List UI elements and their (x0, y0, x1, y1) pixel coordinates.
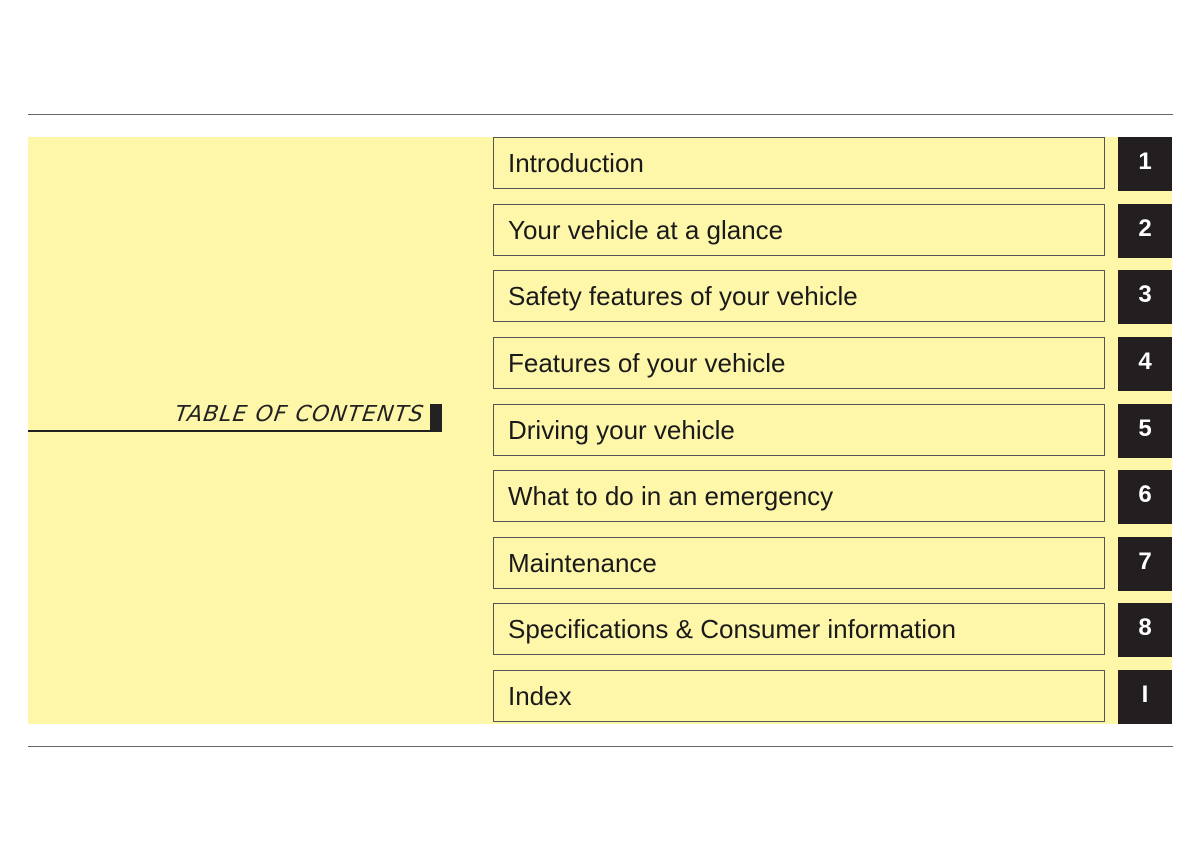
toc-entry[interactable]: Index (493, 670, 1105, 722)
toc-entry[interactable]: Features of your vehicle (493, 337, 1105, 389)
toc-heading: TABLE OF CONTENTS (28, 402, 442, 432)
toc-entry[interactable]: Specifications & Consumer information (493, 603, 1105, 655)
toc-entry-label: Driving your vehicle (508, 415, 735, 445)
toc-entry-label: Your vehicle at a glance (508, 215, 784, 245)
toc-entry-label: Introduction (508, 148, 644, 178)
chapter-tab[interactable]: 2 (1118, 204, 1172, 258)
chapter-tab[interactable]: 7 (1118, 537, 1172, 591)
toc-entry[interactable]: Your vehicle at a glance (493, 204, 1105, 256)
bottom-rule (28, 746, 1173, 747)
chapter-tab[interactable]: 6 (1118, 470, 1172, 524)
toc-entry[interactable]: Introduction (493, 137, 1105, 189)
chapter-tab[interactable]: 8 (1118, 603, 1172, 657)
chapter-tab[interactable]: 4 (1118, 337, 1172, 391)
title-bar-mark (430, 404, 442, 431)
top-rule (28, 114, 1173, 115)
chapter-tab[interactable]: 5 (1118, 404, 1172, 458)
chapter-tab[interactable]: I (1118, 670, 1172, 724)
toc-entry-label: Specifications & Consumer information (508, 614, 956, 644)
toc-entry-label: Maintenance (508, 548, 657, 578)
chapter-tab[interactable]: 3 (1118, 270, 1172, 324)
toc-entry[interactable]: Safety features of your vehicle (493, 270, 1105, 322)
toc-entry-label: Features of your vehicle (508, 348, 786, 378)
toc-entry[interactable]: What to do in an emergency (493, 470, 1105, 522)
toc-entry[interactable]: Maintenance (493, 537, 1105, 589)
toc-title-text: TABLE OF CONTENTS (173, 402, 426, 427)
toc-entry-label: Index (508, 681, 572, 711)
title-underline (28, 430, 442, 432)
toc-entry-label: What to do in an emergency (508, 481, 834, 511)
toc-entry[interactable]: Driving your vehicle (493, 404, 1105, 456)
chapter-tab[interactable]: 1 (1118, 137, 1172, 191)
toc-entry-label: Safety features of your vehicle (508, 281, 858, 311)
